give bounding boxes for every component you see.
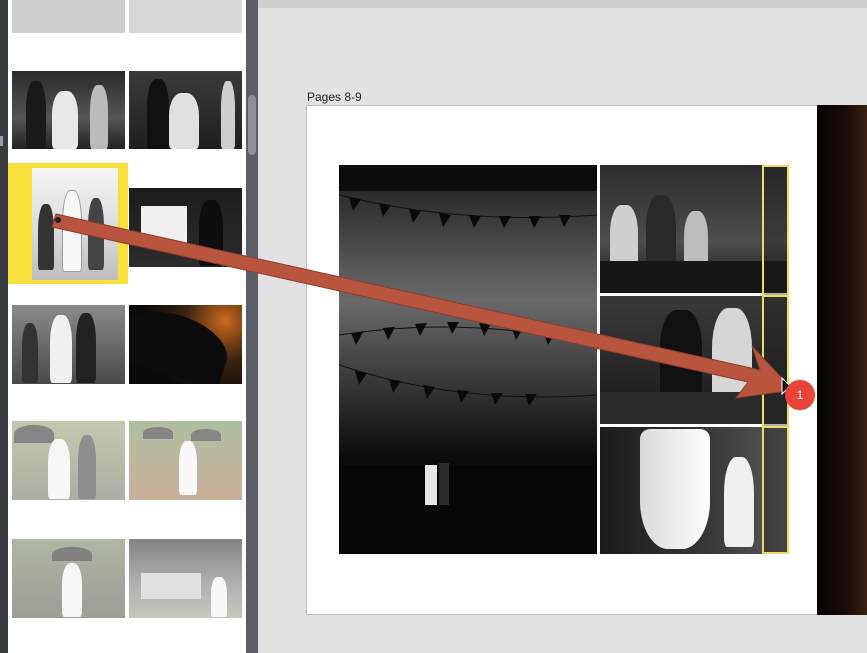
drag-count-badge: 1 [785, 380, 815, 410]
layout-photo-bottom-right[interactable] [600, 427, 789, 554]
photo-thumbnail[interactable] [129, 188, 242, 267]
photo-thumbnail[interactable] [129, 305, 242, 384]
photo-sidebar[interactable] [8, 0, 246, 653]
photo-thumbnail[interactable] [129, 539, 242, 618]
edge-handle [0, 136, 3, 146]
photo-thumbnail[interactable] [12, 421, 125, 500]
layout-photo-large[interactable] [339, 165, 597, 554]
window-edge [0, 0, 8, 653]
photo-thumbnail[interactable] [129, 0, 242, 33]
photo-thumbnail[interactable] [12, 539, 125, 618]
photo-thumbnail[interactable] [12, 71, 125, 149]
photo-thumbnail[interactable] [12, 305, 125, 384]
photo-thumbnail[interactable] [129, 421, 242, 500]
photo-thumbnail-selected[interactable] [32, 168, 118, 280]
drop-target-column[interactable] [762, 165, 789, 554]
photo-thumbnail[interactable] [12, 0, 125, 33]
layout-photo-top-right[interactable] [600, 165, 789, 293]
top-band [258, 0, 867, 8]
sidebar-scrollbar[interactable] [248, 95, 256, 155]
layout-photo-middle-right[interactable] [600, 296, 789, 424]
pages-label: Pages 8-9 [307, 90, 362, 104]
photo-thumbnail[interactable] [129, 71, 242, 149]
spread-page-right[interactable] [817, 105, 867, 615]
bunting-flags [339, 165, 597, 554]
